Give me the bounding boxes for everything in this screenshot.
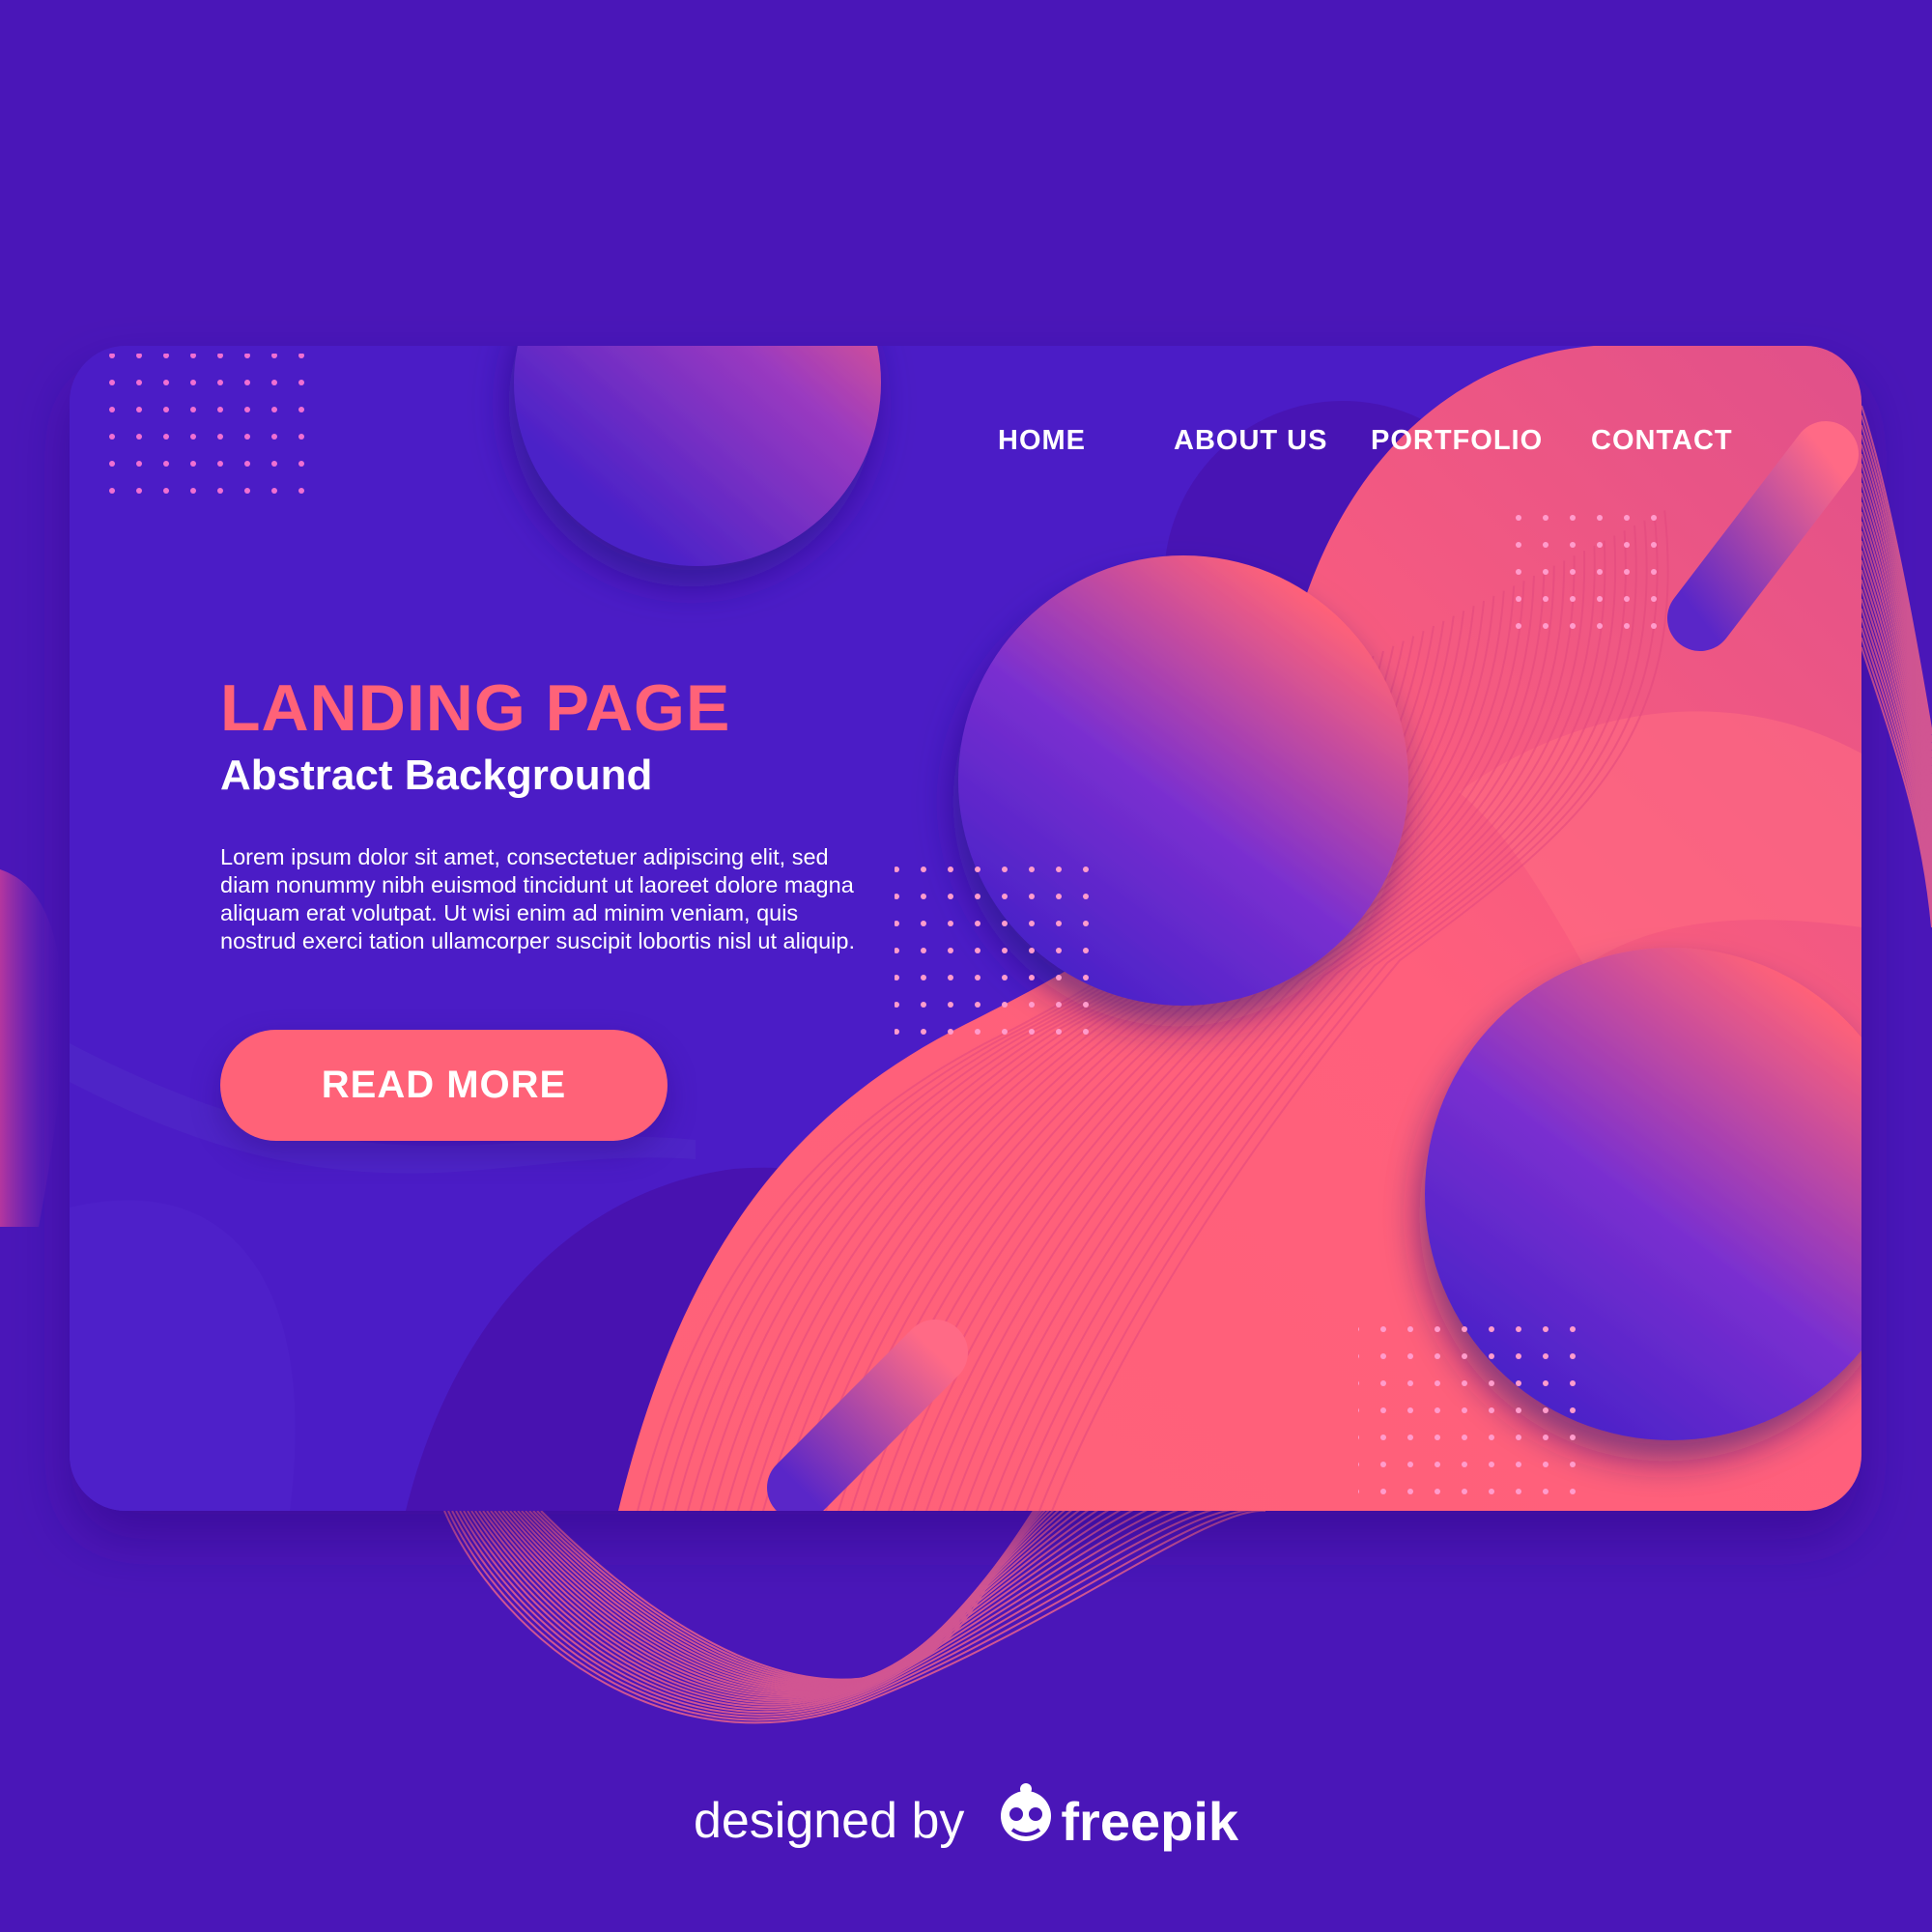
main-navigation: HOME ABOUT US PORTFOLIO CONTACT (976, 425, 1748, 464)
designer-credit: designed by freepik (0, 1777, 1932, 1864)
nav-link-portfolio[interactable]: PORTFOLIO (1371, 425, 1543, 457)
nav-link-contact[interactable]: CONTACT (1591, 425, 1733, 457)
credit-brand: freepik (1061, 1790, 1239, 1852)
hero-title: LANDING PAGE (220, 671, 731, 745)
abstract-background-art (0, 346, 1932, 1841)
freepik-logo-icon (981, 1790, 1043, 1852)
nav-link-home[interactable]: HOME (998, 425, 1086, 457)
hero-subtitle: Abstract Background (220, 752, 653, 799)
nav-link-about[interactable]: ABOUT US (1174, 425, 1327, 457)
hero-description: Lorem ipsum dolor sit amet, consectetuer… (220, 844, 856, 953)
credit-prefix: designed by (693, 1793, 965, 1849)
read-more-button[interactable]: READ MORE (220, 1030, 668, 1141)
